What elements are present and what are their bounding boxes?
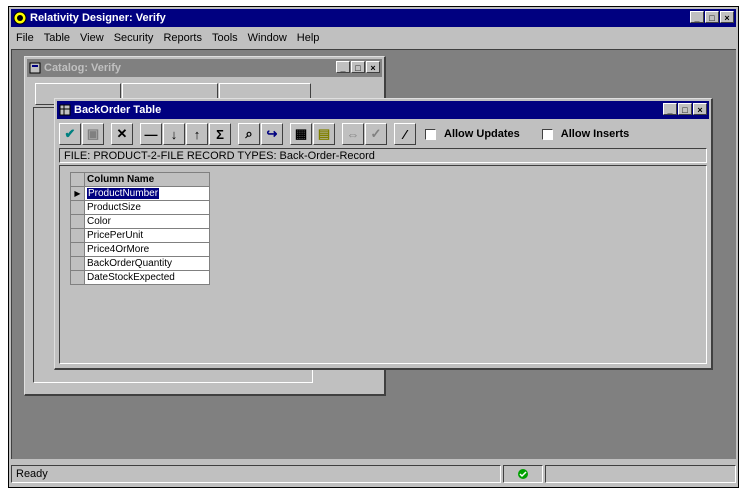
row-header	[70, 256, 85, 271]
menu-tools[interactable]: Tools	[207, 32, 243, 44]
table-row[interactable]: BackOrderQuantity	[70, 256, 210, 271]
menu-security[interactable]: Security	[109, 32, 159, 44]
column-grid: Column Name ▶ ProductNumber ProductSize …	[70, 172, 210, 285]
backorder-window[interactable]: BackOrder Table _ □ × ✔ ▣ ✕ — ↓ ↑ Σ ⌕ ↪ …	[54, 98, 713, 370]
menu-view[interactable]: View	[75, 32, 109, 44]
table-toolbar: ✔ ▣ ✕ — ↓ ↑ Σ ⌕ ↪ ▦ ▤ ⇔ ✓ ⁄ Allow Update…	[59, 121, 707, 147]
menu-reports[interactable]: Reports	[158, 32, 207, 44]
check-icon[interactable]: ✔	[59, 123, 81, 145]
menu-file[interactable]: File	[11, 32, 39, 44]
allow-updates-box[interactable]	[425, 128, 436, 140]
find-icon[interactable]: ⌕	[238, 123, 260, 145]
app-window: Relativity Designer: Verify _ □ × File T…	[8, 6, 739, 488]
maximize-icon[interactable]: □	[678, 103, 692, 115]
menu-help[interactable]: Help	[292, 32, 325, 44]
table-row[interactable]: ▶ ProductNumber	[70, 186, 210, 201]
sort-down-icon[interactable]: ↓	[163, 123, 185, 145]
maximize-icon[interactable]: □	[705, 11, 719, 23]
table-icon[interactable]: ▤	[313, 123, 335, 145]
grid-cell[interactable]: ProductNumber	[84, 186, 210, 201]
allow-inserts-label: Allow Inserts	[560, 128, 630, 140]
status-text: Ready	[16, 468, 48, 480]
table-row[interactable]: Price4OrMore	[70, 242, 210, 257]
menu-window[interactable]: Window	[243, 32, 292, 44]
sum-icon[interactable]: Σ	[209, 123, 231, 145]
close-icon[interactable]: ×	[366, 61, 380, 73]
row-header	[70, 242, 85, 257]
grid-cell[interactable]: BackOrderQuantity	[84, 256, 210, 271]
grid-cell[interactable]: ProductSize	[84, 200, 210, 215]
grid-cell[interactable]: Price4OrMore	[84, 242, 210, 257]
app-titlebar[interactable]: Relativity Designer: Verify _ □ ×	[11, 9, 736, 27]
app-logo-icon	[13, 11, 27, 25]
column-name-header[interactable]: Column Name	[84, 172, 210, 187]
current-row-icon: ▶	[70, 186, 85, 201]
minimize-icon[interactable]: _	[336, 61, 350, 73]
table-row[interactable]: DateStockExpected	[70, 270, 210, 285]
grid-icon[interactable]: ▦	[290, 123, 312, 145]
cell-text: ProductNumber	[87, 188, 160, 199]
minimize-icon[interactable]: _	[663, 103, 677, 115]
row-header	[70, 270, 85, 285]
grid-cell[interactable]: DateStockExpected	[84, 270, 210, 285]
minus-icon[interactable]: —	[140, 123, 162, 145]
catalog-icon	[29, 62, 41, 74]
wand-icon[interactable]: ⁄	[394, 123, 416, 145]
link-icon[interactable]: ⇔	[342, 123, 364, 145]
status-bar: Ready	[11, 463, 736, 485]
table-row[interactable]: ProductSize	[70, 200, 210, 215]
table-window-icon	[59, 104, 71, 116]
save-icon[interactable]: ▣	[82, 123, 104, 145]
redo-icon[interactable]: ↪	[261, 123, 283, 145]
status-ok-icon	[518, 469, 528, 479]
delete-icon[interactable]: ✕	[111, 123, 133, 145]
check-ok-icon[interactable]: ✓	[365, 123, 387, 145]
column-grid-panel: Column Name ▶ ProductNumber ProductSize …	[59, 165, 707, 364]
mdi-workspace: Catalog: Verify _ □ × BackOrder Table _ …	[11, 49, 736, 459]
table-row[interactable]: Color	[70, 214, 210, 229]
maximize-icon[interactable]: □	[351, 61, 365, 73]
allow-inserts-checkbox[interactable]: Allow Inserts	[541, 128, 630, 140]
allow-inserts-box[interactable]	[541, 128, 553, 140]
allow-updates-checkbox[interactable]: Allow Updates	[425, 128, 520, 140]
grid-cell[interactable]: PricePerUnit	[84, 228, 210, 243]
catalog-title: Catalog: Verify	[44, 62, 122, 74]
menu-bar: File Table View Security Reports Tools W…	[11, 29, 736, 47]
status-text-pane: Ready	[11, 465, 501, 483]
row-header	[70, 214, 85, 229]
backorder-titlebar[interactable]: BackOrder Table _ □ ×	[57, 101, 709, 119]
backorder-title: BackOrder Table	[74, 104, 162, 116]
sort-up-icon[interactable]: ↑	[186, 123, 208, 145]
app-title: Relativity Designer: Verify	[30, 12, 166, 24]
allow-updates-label: Allow Updates	[444, 128, 520, 140]
status-extra-pane	[545, 465, 736, 483]
grid-cell[interactable]: Color	[84, 214, 210, 229]
menu-table[interactable]: Table	[39, 32, 75, 44]
table-row[interactable]: PricePerUnit	[70, 228, 210, 243]
row-header	[70, 228, 85, 243]
catalog-titlebar[interactable]: Catalog: Verify _ □ ×	[27, 59, 382, 77]
row-header	[70, 200, 85, 215]
status-indicator-pane	[503, 465, 543, 483]
close-icon[interactable]: ×	[693, 103, 707, 115]
file-info-bar: FILE: PRODUCT-2-FILE RECORD TYPES: Back-…	[59, 148, 707, 163]
file-info-text: FILE: PRODUCT-2-FILE RECORD TYPES: Back-…	[64, 150, 375, 162]
close-icon[interactable]: ×	[720, 11, 734, 23]
minimize-icon[interactable]: _	[690, 11, 704, 23]
grid-corner	[70, 172, 85, 187]
